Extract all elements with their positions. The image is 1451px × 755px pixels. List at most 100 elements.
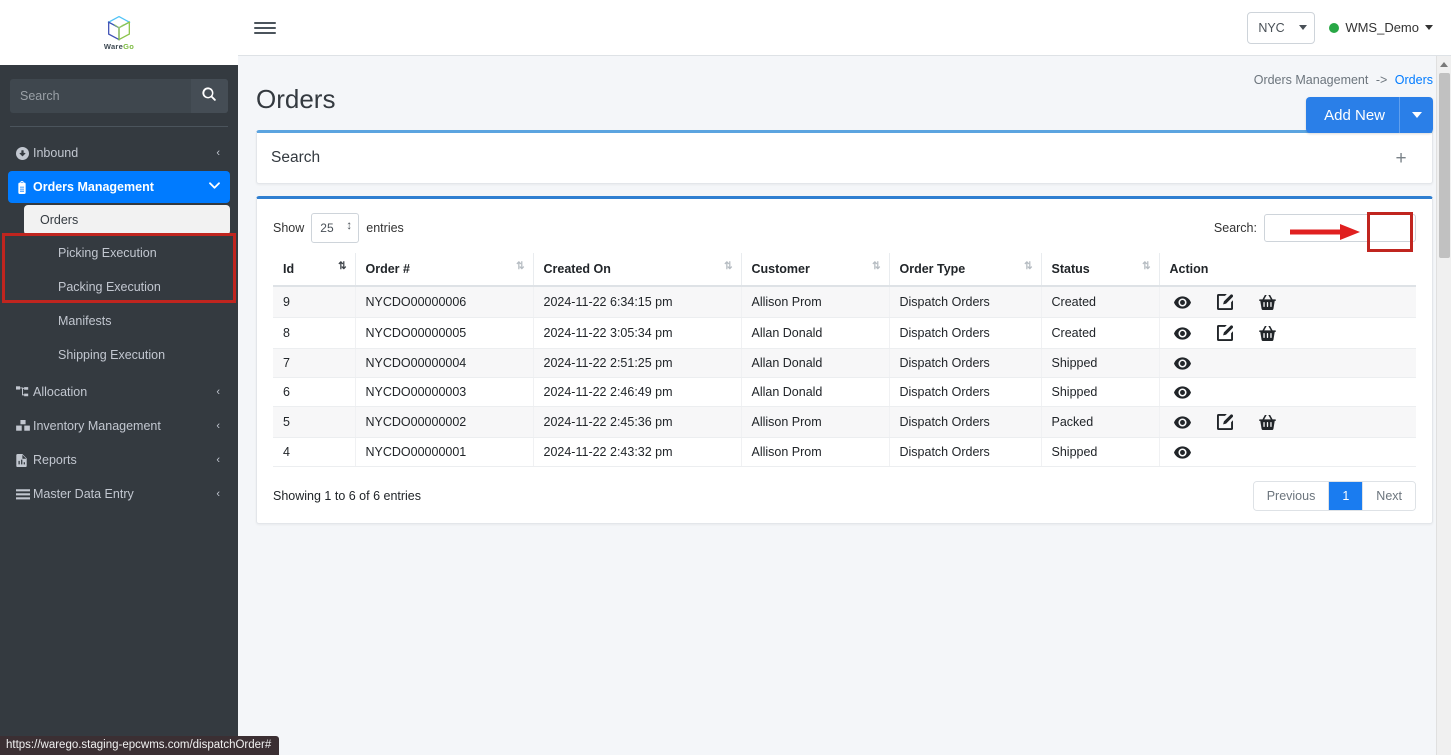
- scrollbar-up-arrow-icon[interactable]: [1437, 56, 1451, 73]
- cell-order-no: NYCDO00000002: [355, 406, 534, 438]
- search-panel-card: Search +: [256, 130, 1433, 184]
- column-header-order-type[interactable]: Order Type ⇅: [889, 253, 1042, 287]
- view-icon[interactable]: [1173, 445, 1191, 459]
- column-label: Order Type: [899, 262, 966, 276]
- cell-created-on: 2024-11-22 2:51:25 pm: [533, 348, 742, 378]
- table-length-control: Show 25 entries: [273, 213, 404, 243]
- main-area: NYC WMS_Demo Orders Orders Management ->: [238, 0, 1451, 755]
- table-row[interactable]: 8 NYCDO00000005 2024-11-22 3:05:34 pm Allan…: [273, 317, 1416, 349]
- cell-id: 5: [273, 406, 356, 438]
- edit-icon[interactable]: [1216, 414, 1233, 430]
- column-header-status[interactable]: Status ⇅: [1041, 253, 1160, 287]
- cell-action: [1159, 437, 1416, 467]
- sidebar-item-reports[interactable]: Reports ‹: [8, 444, 230, 476]
- sidebar-item-packing-execution[interactable]: Packing Execution: [8, 271, 230, 303]
- column-label: Action: [1169, 262, 1209, 276]
- cell-id: 6: [273, 377, 356, 407]
- sidebar-item-allocation[interactable]: Allocation ‹: [8, 376, 230, 408]
- sidebar-item-shipping-execution[interactable]: Shipping Execution: [8, 339, 230, 371]
- view-icon[interactable]: [1173, 326, 1191, 340]
- column-header-customer[interactable]: Customer ⇅: [741, 253, 890, 287]
- view-icon[interactable]: [1173, 385, 1191, 399]
- application-window: WareGo Inbound ‹: [0, 0, 1451, 755]
- sidebar-search-input[interactable]: [10, 79, 191, 113]
- table-controls: Show 25 entries Search:: [273, 213, 1416, 243]
- hamburger-icon[interactable]: [254, 18, 276, 38]
- sidebar-item-master-data-entry[interactable]: Master Data Entry ‹: [8, 478, 230, 510]
- table-row[interactable]: 5 NYCDO00000002 2024-11-22 2:45:36 pm Allis…: [273, 406, 1416, 438]
- orders-table: Id ⇅ Order # ⇅ Created On ⇅ Customer ⇅ O…: [273, 253, 1416, 467]
- table-row[interactable]: 7 NYCDO00000004 2024-11-22 2:51:25 pm Allan…: [273, 348, 1416, 378]
- cell-customer: Allison Prom: [741, 406, 890, 438]
- sidebar-item-inbound[interactable]: Inbound ‹: [8, 137, 230, 169]
- pagination-previous[interactable]: Previous: [1253, 482, 1330, 510]
- sidebar-item-picking-execution[interactable]: Picking Execution: [8, 237, 230, 269]
- cell-created-on: 2024-11-22 2:46:49 pm: [533, 377, 742, 407]
- add-new-dropdown-toggle[interactable]: [1399, 97, 1433, 133]
- page-header: Orders Orders Management -> Orders Add N…: [256, 56, 1433, 133]
- breadcrumb-separator: ->: [1375, 73, 1388, 87]
- basket-icon[interactable]: [1258, 414, 1276, 430]
- sidebar-item-label: Packing Execution: [58, 280, 161, 294]
- sidebar-search-button[interactable]: [191, 79, 228, 113]
- cell-id: 9: [273, 286, 356, 318]
- sidebar-search: [0, 65, 238, 113]
- sort-indicator-desc-icon: ⇅: [338, 261, 347, 272]
- cell-status: Created: [1041, 317, 1160, 349]
- column-header-id[interactable]: Id ⇅: [273, 253, 356, 287]
- length-suffix-label: entries: [366, 221, 404, 235]
- action-buttons: [1170, 294, 1407, 310]
- window-scrollbar[interactable]: [1436, 56, 1451, 755]
- pagination-next[interactable]: Next: [1363, 482, 1415, 510]
- column-header-action: Action: [1159, 253, 1416, 287]
- sidebar-item-label: Orders Management: [33, 180, 154, 194]
- brand-logo[interactable]: WareGo: [0, 0, 238, 65]
- view-icon[interactable]: [1173, 295, 1191, 309]
- view-icon[interactable]: [1173, 356, 1191, 370]
- edit-icon[interactable]: [1216, 325, 1233, 341]
- user-menu[interactable]: WMS_Demo: [1329, 20, 1433, 35]
- sidebar-item-orders-management[interactable]: Orders Management: [8, 171, 230, 203]
- cell-order-no: NYCDO00000001: [355, 437, 534, 467]
- list-icon: [16, 488, 33, 500]
- file-report-icon: [16, 453, 33, 467]
- cell-status: Shipped: [1041, 437, 1160, 467]
- cell-order-type: Dispatch Orders: [889, 377, 1042, 407]
- chevron-left-icon: ‹: [216, 488, 220, 500]
- edit-icon[interactable]: [1216, 294, 1233, 310]
- column-header-created-on[interactable]: Created On ⇅: [533, 253, 742, 287]
- scrollbar-thumb[interactable]: [1439, 73, 1450, 258]
- breadcrumb-current[interactable]: Orders: [1395, 73, 1433, 87]
- cell-status: Shipped: [1041, 348, 1160, 378]
- pagination-page-1[interactable]: 1: [1329, 482, 1364, 510]
- view-icon[interactable]: [1173, 415, 1191, 429]
- cell-created-on: 2024-11-22 2:43:32 pm: [533, 437, 742, 467]
- column-label: Created On: [543, 262, 611, 276]
- orders-table-body: 9 NYCDO00000006 2024-11-22 6:34:15 pm Allis…: [273, 286, 1416, 467]
- green-status-dot-icon: [1329, 22, 1340, 33]
- cell-id: 4: [273, 437, 356, 467]
- table-row[interactable]: 4 NYCDO00000001 2024-11-22 2:43:32 pm Allis…: [273, 437, 1416, 467]
- cell-order-no: NYCDO00000003: [355, 377, 534, 407]
- basket-icon[interactable]: [1258, 325, 1276, 341]
- table-row[interactable]: 9 NYCDO00000006 2024-11-22 6:34:15 pm Allis…: [273, 286, 1416, 318]
- download-circle-icon: [16, 146, 33, 160]
- sidebar-item-label: Manifests: [58, 314, 112, 328]
- basket-icon[interactable]: [1258, 294, 1276, 310]
- column-header-order-no[interactable]: Order # ⇅: [355, 253, 534, 287]
- add-new-button[interactable]: Add New: [1306, 97, 1399, 133]
- sidebar-item-manifests[interactable]: Manifests: [8, 305, 230, 337]
- caret-down-icon: [1411, 112, 1422, 118]
- search-panel-expand-button[interactable]: +: [1384, 143, 1418, 173]
- table-row[interactable]: 6 NYCDO00000003 2024-11-22 2:46:49 pm Allan…: [273, 377, 1416, 407]
- breadcrumb-parent[interactable]: Orders Management: [1254, 73, 1369, 87]
- chevron-left-icon: ‹: [216, 420, 220, 432]
- chevron-left-icon: ‹: [216, 147, 220, 159]
- search-panel-title: Search: [271, 149, 321, 166]
- table-length-select[interactable]: 25: [311, 213, 360, 243]
- sidebar-subitem-orders[interactable]: Orders: [24, 205, 230, 235]
- sidebar-item-inventory-management[interactable]: Inventory Management ‹: [8, 410, 230, 442]
- location-select[interactable]: NYC: [1247, 11, 1316, 44]
- sort-indicator-icon: ⇅: [516, 261, 525, 272]
- location-select-wrapper: NYC: [1247, 11, 1316, 44]
